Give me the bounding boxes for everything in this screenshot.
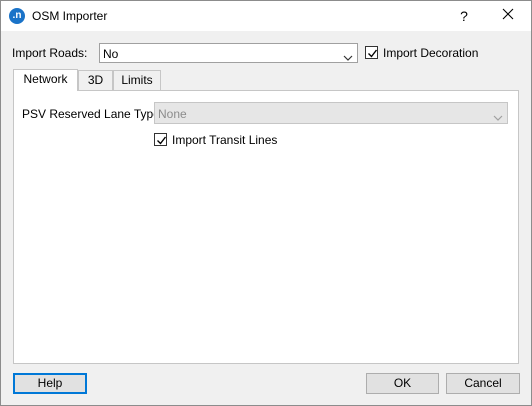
close-button[interactable]	[491, 4, 525, 28]
import-roads-value: No	[103, 47, 119, 61]
import-roads-label: Import Roads:	[12, 46, 88, 60]
import-transit-lines-checkbox[interactable]	[154, 133, 167, 146]
app-logo-icon: .n	[9, 8, 25, 24]
psv-lane-type-label: PSV Reserved Lane Type:	[22, 107, 164, 121]
close-icon	[502, 8, 514, 23]
psv-lane-type-value: None	[158, 107, 187, 121]
import-roads-select[interactable]: No	[99, 43, 358, 63]
checkmark-icon	[368, 49, 378, 58]
ok-button[interactable]: OK	[366, 373, 439, 394]
help-question-button[interactable]: ?	[450, 4, 478, 28]
import-decoration-label[interactable]: Import Decoration	[383, 46, 478, 60]
chevron-down-icon	[343, 50, 353, 64]
title-bar: .n OSM Importer ?	[1, 1, 531, 31]
tab-limits[interactable]: Limits	[113, 70, 161, 90]
psv-lane-type-select[interactable]: None	[154, 102, 508, 124]
checkmark-icon	[157, 136, 167, 145]
import-transit-lines-label[interactable]: Import Transit Lines	[172, 133, 277, 147]
tab-3d[interactable]: 3D	[78, 70, 113, 90]
osm-importer-dialog: .n OSM Importer ? Import Roads: No Impor…	[0, 0, 532, 406]
window-title: OSM Importer	[32, 9, 108, 23]
import-decoration-checkbox[interactable]	[365, 46, 378, 59]
chevron-down-icon	[493, 110, 503, 124]
help-button[interactable]: Help	[13, 373, 87, 394]
tab-network[interactable]: Network	[13, 69, 78, 91]
cancel-button[interactable]: Cancel	[446, 373, 520, 394]
network-tab-panel: PSV Reserved Lane Type: None Import Tran…	[13, 90, 519, 364]
